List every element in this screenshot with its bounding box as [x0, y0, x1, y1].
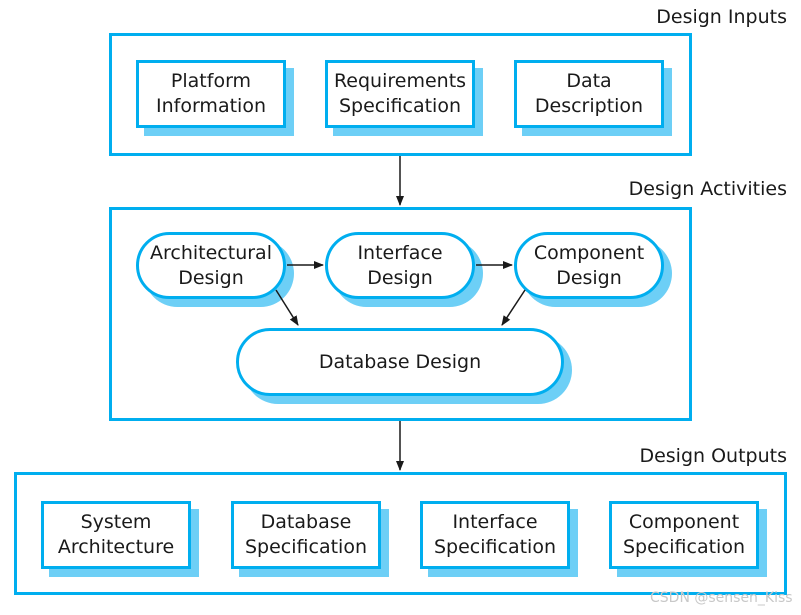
arrows-layer	[275, 156, 526, 471]
watermark: CSDN @sensen_Kiss	[650, 590, 793, 606]
arrow-architectural-to-database	[275, 289, 299, 326]
arrow-component-to-database	[501, 289, 526, 326]
